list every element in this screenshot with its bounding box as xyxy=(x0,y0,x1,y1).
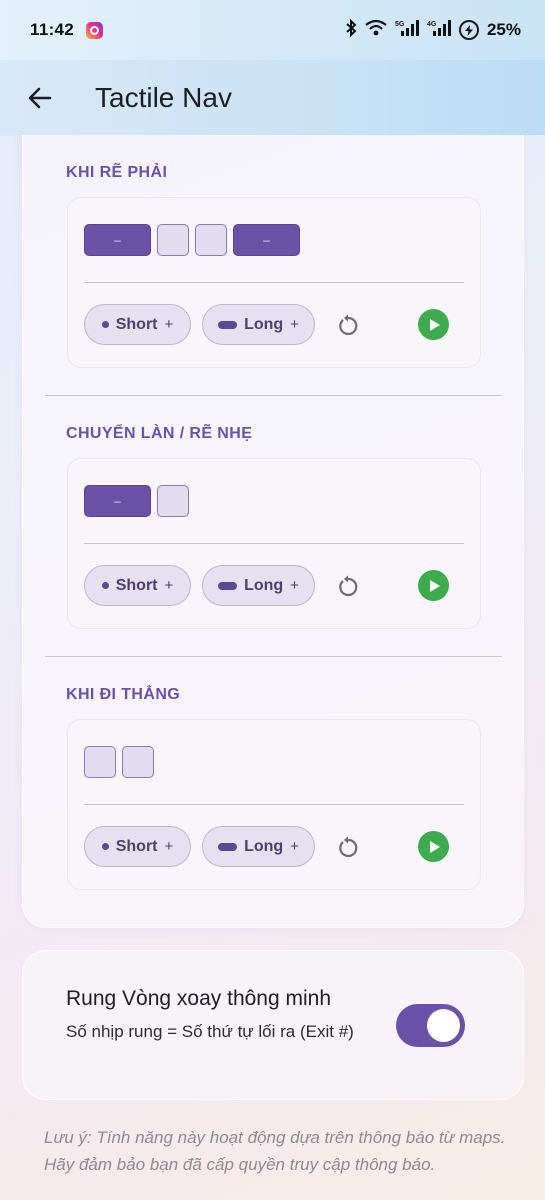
wifi-icon xyxy=(365,19,387,41)
section-divider xyxy=(45,395,502,396)
play-icon xyxy=(429,579,440,592)
section-title: KHI ĐI THẲNG xyxy=(66,686,181,703)
pattern-card: – Short + Long + xyxy=(67,458,481,629)
pattern-card: – – Short + Long + xyxy=(67,197,481,368)
play-button[interactable] xyxy=(418,309,449,340)
dash-icon xyxy=(218,581,238,590)
smart-rotation-card: Rung Vòng xoay thông minh Số nhịp rung =… xyxy=(22,950,524,1100)
pattern-block-short[interactable] xyxy=(122,746,154,778)
toggle-knob xyxy=(427,1009,460,1042)
section-divider xyxy=(45,656,502,657)
plus-icon: + xyxy=(164,838,174,855)
pattern-block-short[interactable] xyxy=(195,224,227,256)
pattern-block-long[interactable]: – xyxy=(84,224,151,256)
divider xyxy=(84,804,464,805)
app-bar: Tactile Nav xyxy=(0,60,545,135)
section-title: CHUYỂN LÀN / RẼ NHẸ xyxy=(66,425,253,442)
pattern-block-short[interactable] xyxy=(157,485,189,517)
dot-icon xyxy=(101,843,109,850)
dash-icon xyxy=(218,842,238,851)
reset-icon[interactable] xyxy=(336,314,360,338)
content-scroll[interactable]: KHI RẼ PHẢI – – Short + Long + CHUYỂN LÀ… xyxy=(0,135,545,1200)
svg-text:4G: 4G xyxy=(427,21,437,28)
plus-icon: + xyxy=(164,577,174,594)
arrow-left-icon xyxy=(28,87,52,108)
status-time: 11:42 xyxy=(30,20,75,39)
status-icons: 5G 4G 25% xyxy=(345,18,521,41)
smart-rotation-subtitle: Số nhịp rung = Số thứ tự lối ra (Exit #) xyxy=(66,1022,354,1041)
dot-icon xyxy=(101,321,109,328)
reset-icon[interactable] xyxy=(336,836,360,860)
add-short-button[interactable]: Short + xyxy=(84,826,191,867)
instagram-icon xyxy=(86,21,104,39)
divider xyxy=(84,543,464,544)
plus-icon: + xyxy=(164,316,174,333)
pattern-block-short[interactable] xyxy=(84,746,116,778)
pattern-block-long[interactable]: – xyxy=(233,224,300,256)
add-short-button[interactable]: Short + xyxy=(84,304,191,345)
chip-label: Long xyxy=(244,576,284,594)
add-short-button[interactable]: Short + xyxy=(84,565,191,606)
section-title: KHI RẼ PHẢI xyxy=(66,164,168,181)
permission-note: Lưu ý: Tính năng này hoạt động dựa trên … xyxy=(44,1128,506,1174)
plus-icon: + xyxy=(290,316,299,333)
add-long-button[interactable]: Long + xyxy=(202,826,315,867)
pattern-row xyxy=(84,746,154,778)
pattern-row: – xyxy=(84,485,189,517)
chip-label: Short xyxy=(115,576,158,594)
pattern-row: – – xyxy=(84,224,300,256)
chip-label: Long xyxy=(244,315,284,333)
dash-icon xyxy=(218,320,238,329)
pattern-block-long[interactable]: – xyxy=(84,485,151,517)
4g-signal-icon: 4G xyxy=(427,19,451,41)
add-long-button[interactable]: Long + xyxy=(202,565,315,606)
pattern-block-short[interactable] xyxy=(157,224,189,256)
vibration-patterns-card: KHI RẼ PHẢI – – Short + Long + CHUYỂN LÀ… xyxy=(22,135,524,928)
smart-rotation-title: Rung Vòng xoay thông minh xyxy=(66,987,332,1010)
bluetooth-icon xyxy=(345,18,357,41)
page-title: Tactile Nav xyxy=(95,81,232,113)
battery-percent: 25% xyxy=(486,20,521,39)
pattern-card: Short + Long + xyxy=(67,719,481,890)
plus-icon: + xyxy=(290,577,299,594)
smart-rotation-toggle[interactable] xyxy=(396,1004,465,1047)
status-bar: 11:42 5G 4G 25% xyxy=(0,0,545,60)
5g-signal-icon: 5G xyxy=(395,19,419,41)
reset-icon[interactable] xyxy=(336,575,360,599)
back-button[interactable] xyxy=(20,78,60,118)
chip-label: Short xyxy=(115,837,158,855)
play-icon xyxy=(429,318,440,331)
battery-charging-icon xyxy=(458,20,479,40)
plus-icon: + xyxy=(290,838,299,855)
chip-label: Short xyxy=(115,315,158,333)
dot-icon xyxy=(101,582,109,589)
play-button[interactable] xyxy=(418,570,449,601)
play-icon xyxy=(429,840,440,853)
divider xyxy=(84,282,464,283)
chip-label: Long xyxy=(244,837,284,855)
add-long-button[interactable]: Long + xyxy=(202,304,315,345)
svg-text:5G: 5G xyxy=(395,21,405,28)
play-button[interactable] xyxy=(418,831,449,862)
